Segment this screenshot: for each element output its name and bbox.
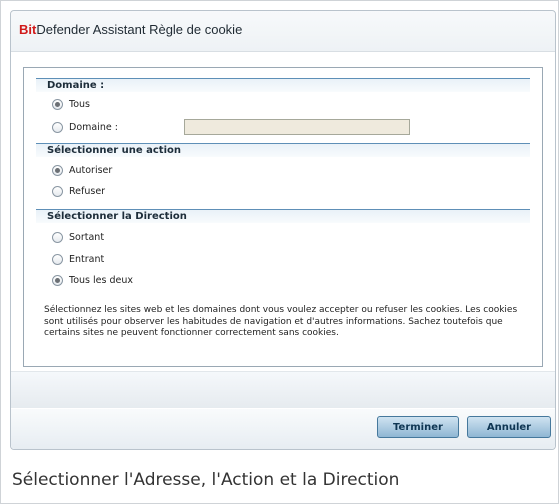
radio-label: Domaine : xyxy=(69,121,118,133)
title-rest: Defender Assistant Règle de cookie xyxy=(36,22,243,37)
title-brand: Bit xyxy=(19,22,37,37)
rule-settings-panel: Domaine : Tous Domaine : Sélectionner un… xyxy=(23,67,543,367)
radio-button-icon xyxy=(52,98,63,110)
section-header-action: Sélectionner une action xyxy=(36,143,530,157)
radio-button-icon xyxy=(52,274,63,286)
cancel-button[interactable]: Annuler xyxy=(467,416,551,438)
radio-button-icon xyxy=(52,121,63,133)
description-text: Sélectionnez les sites web et les domain… xyxy=(44,305,518,338)
radio-domain-specific[interactable]: Domaine : xyxy=(52,120,118,134)
figure-caption: Sélectionner l'Adresse, l'Action et la D… xyxy=(12,470,400,490)
radio-button-icon xyxy=(52,185,63,197)
dialog-title: BitDefender Assistant Règle de cookie xyxy=(19,22,242,37)
radio-button-icon xyxy=(52,253,63,265)
cookie-rule-dialog: BitDefender Assistant Règle de cookie Do… xyxy=(10,10,556,450)
radio-direction-in[interactable]: Entrant xyxy=(52,252,104,266)
dialog-lower-band xyxy=(11,371,555,408)
radio-label: Entrant xyxy=(69,253,105,265)
radio-label: Sortant xyxy=(69,231,105,243)
radio-label: Tous xyxy=(69,98,90,110)
radio-domain-all[interactable]: Tous xyxy=(52,97,90,111)
section-header-domain: Domaine : xyxy=(36,78,530,92)
title-bar: BitDefender Assistant Règle de cookie xyxy=(11,11,555,52)
finish-button[interactable]: Terminer xyxy=(377,416,459,438)
radio-direction-out[interactable]: Sortant xyxy=(52,230,104,244)
radio-action-deny[interactable]: Refuser xyxy=(52,184,105,198)
radio-direction-both[interactable]: Tous les deux xyxy=(52,273,133,287)
radio-label: Autoriser xyxy=(69,164,113,176)
radio-label: Tous les deux xyxy=(69,274,133,286)
section-header-direction: Sélectionner la Direction xyxy=(36,209,530,223)
domain-input[interactable] xyxy=(184,119,410,135)
radio-action-allow[interactable]: Autoriser xyxy=(52,163,112,177)
radio-button-icon xyxy=(52,231,63,243)
radio-label: Refuser xyxy=(69,185,106,197)
radio-button-icon xyxy=(52,164,63,176)
